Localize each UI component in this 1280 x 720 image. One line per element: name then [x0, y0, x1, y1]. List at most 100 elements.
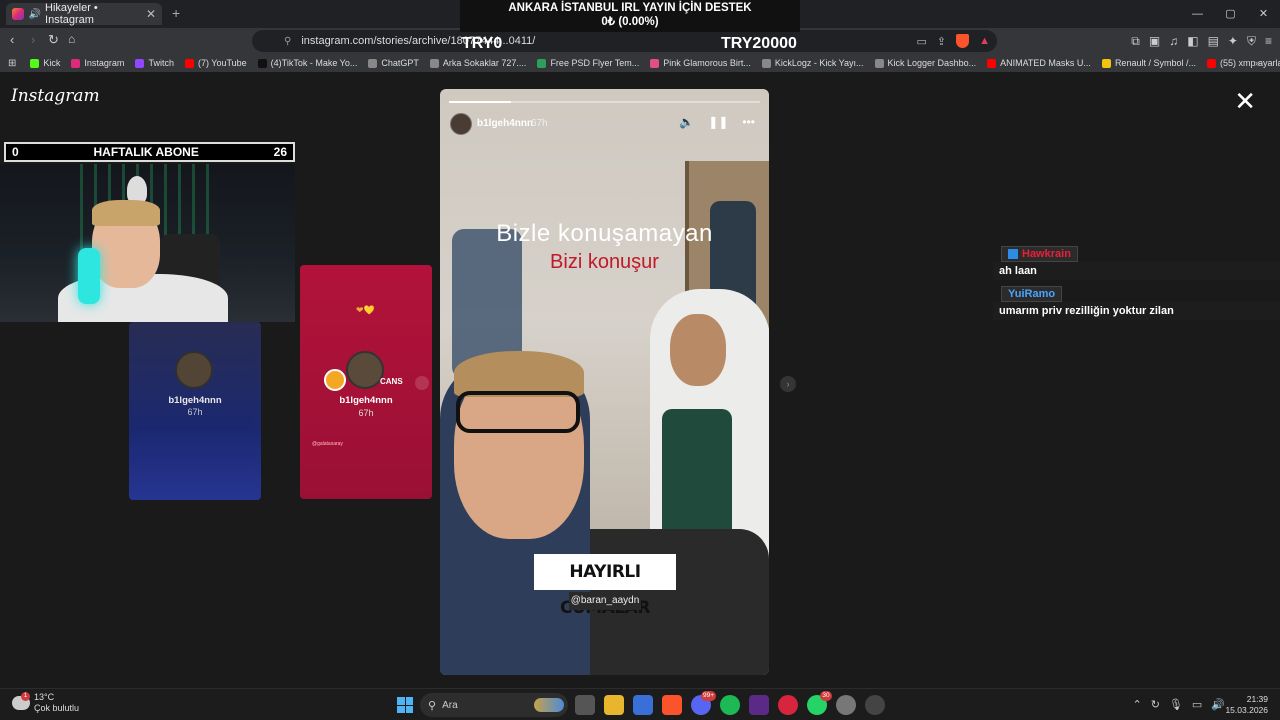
taskbar-search[interactable]: ⚲ Ara	[420, 693, 568, 717]
bookmark-favicon-icon	[71, 58, 81, 68]
store-icon[interactable]	[633, 695, 653, 715]
previous-story-arrow-icon[interactable]	[415, 376, 429, 390]
bookmark-item[interactable]: Twitch	[135, 58, 174, 68]
story-mention[interactable]: @baran_aaydn	[569, 592, 641, 610]
donation-goal-title: ANKARA İSTANBUL IRL YAYIN İÇİN DESTEK	[508, 2, 752, 14]
minimize-button[interactable]: —	[1181, 0, 1214, 28]
screenshot-icon[interactable]: ▣	[1149, 34, 1160, 48]
tray-chevron-icon[interactable]: ⌃	[1132, 698, 1141, 711]
sync-icon[interactable]: ↻	[1151, 698, 1160, 711]
sidebar-icon[interactable]: ◧	[1187, 34, 1198, 48]
brave-rewards-icon[interactable]: ▲	[979, 35, 990, 47]
chat-text: umarım priv rezilliğin yoktur zilan	[993, 302, 1280, 320]
subs-left-value: 0	[12, 145, 19, 159]
address-bar-actions: ▭ ⇪ ▲	[916, 28, 990, 54]
system-tray: ⌃ ↻ 🎙 ▭ 🔊	[1132, 698, 1225, 711]
windows-start-icon[interactable]	[397, 697, 413, 713]
forward-icon[interactable]: ›	[31, 32, 35, 47]
network-icon[interactable]: ▭	[1192, 698, 1202, 711]
cans-text: CANS	[380, 377, 403, 386]
instagram-favicon-icon	[12, 8, 24, 20]
maximize-button[interactable]: ▢	[1214, 0, 1247, 28]
close-window-button[interactable]: ✕	[1247, 0, 1280, 28]
bookmark-label: Kick Logger Dashbo...	[887, 58, 977, 68]
music-icon[interactable]: ♫	[1169, 34, 1178, 48]
bookmark-item[interactable]: Arka Sokaklar 727....	[429, 58, 526, 68]
bookmark-favicon-icon	[537, 58, 547, 68]
volume-icon[interactable]: 🔊	[1211, 698, 1225, 711]
bookmark-favicon-icon	[429, 58, 439, 68]
tab-close-icon[interactable]: ✕	[146, 7, 156, 21]
bookmark-item[interactable]: Free PSD Flyer Tem...	[537, 58, 639, 68]
next-app-icon[interactable]	[749, 695, 769, 715]
story-author-avatar[interactable]	[450, 113, 472, 135]
wallet-icon[interactable]: ▤	[1208, 34, 1219, 48]
bookmark-item[interactable]: (4)TikTok - Make Yo...	[257, 58, 358, 68]
story-preview-previous-1[interactable]: ❤💛 CANS b1lgeh4nnn 67h @galatasaray	[300, 265, 432, 499]
mic-icon[interactable]: 🎙	[1169, 698, 1183, 711]
discord-icon[interactable]: 99+	[691, 691, 716, 715]
extensions-icon[interactable]: ⧉	[1131, 34, 1140, 49]
streamer-webcam	[0, 164, 295, 322]
discord-badge: 99+	[700, 691, 716, 701]
bookmark-label: ChatGPT	[381, 58, 419, 68]
weather-desc: Çok bulutlu	[34, 703, 80, 713]
bookmark-label: (4)TikTok - Make Yo...	[270, 58, 358, 68]
task-view-icon[interactable]	[575, 695, 595, 715]
bookmark-item[interactable]: Instagram	[71, 58, 124, 68]
vpn-icon[interactable]: ⛨	[1247, 34, 1256, 49]
close-stories-button[interactable]: ✕	[1234, 88, 1256, 114]
site-info-icon[interactable]: ⚲	[284, 36, 291, 47]
opera-icon[interactable]	[778, 695, 798, 715]
taskbar-apps: 99+ 30	[575, 691, 885, 715]
apps-grid-icon[interactable]: ⊞	[8, 58, 16, 69]
story-author-username[interactable]: b1lgeh4nnn	[477, 118, 533, 129]
active-story[interactable]: b1lgeh4nnn 67h 🔈 ❚❚ ••• Bizle konuşamaya…	[440, 89, 769, 675]
back-icon[interactable]: ‹	[10, 32, 14, 47]
bookmark-item[interactable]: Kick	[30, 58, 60, 68]
reload-icon[interactable]: ↻	[48, 32, 59, 48]
bookmarks-more-icon[interactable]: »	[1255, 58, 1260, 68]
speaker-icon[interactable]: 🔊	[29, 9, 41, 20]
address-bar[interactable]: ⚲ instagram.com/stories/archive/18077444…	[252, 30, 997, 52]
bookmark-label: Instagram	[84, 58, 125, 68]
leo-icon[interactable]: ✦	[1228, 34, 1238, 48]
bookmark-label: ANIMATED Masks U...	[1000, 58, 1091, 68]
settings-icon[interactable]	[836, 695, 856, 715]
brave-shield-icon[interactable]	[956, 34, 970, 48]
file-explorer-icon[interactable]	[604, 695, 624, 715]
bookmark-favicon-icon	[368, 58, 378, 68]
story-avatar	[346, 351, 384, 389]
clock[interactable]: 21:39 15.03.2026	[1225, 694, 1268, 716]
tab-instagram[interactable]: 🔊 Hikayeler • Instagram ✕	[6, 2, 162, 26]
instagram-logo[interactable]: Instagram	[11, 86, 100, 106]
volume-icon[interactable]: 🔈	[679, 115, 694, 129]
story-preview-previous-2[interactable]: b1lgeh4nnn 67h	[129, 322, 261, 500]
spotify-icon[interactable]	[720, 695, 740, 715]
bookmark-label: (55) xmp ayarları - Y...	[1219, 58, 1280, 68]
new-tab-button[interactable]: +	[172, 5, 180, 21]
chat-username: Hawkrain	[1001, 246, 1078, 262]
whatsapp-icon[interactable]: 30	[807, 691, 832, 715]
brave-browser-icon[interactable]	[662, 695, 682, 715]
pause-icon[interactable]: ❚❚	[708, 115, 728, 129]
home-icon[interactable]: ⌂	[68, 32, 75, 46]
bookmark-item[interactable]: Pink Glamorous Birt...	[650, 58, 751, 68]
obs-icon[interactable]	[865, 695, 885, 715]
bookmark-item[interactable]: (55) xmp ayarları - Y...	[1206, 58, 1280, 68]
share-icon[interactable]: ⇪	[937, 35, 946, 48]
next-story-arrow-icon[interactable]: ›	[780, 376, 796, 392]
bookmark-item[interactable]: ChatGPT	[368, 58, 419, 68]
story-progress-fill	[449, 101, 512, 103]
bookmark-item[interactable]: ANIMATED Masks U...	[987, 58, 1091, 68]
cast-icon[interactable]: ▭	[916, 35, 926, 48]
bookmark-item[interactable]: Renault / Symbol /...	[1101, 58, 1196, 68]
bookmark-item[interactable]: (7) YouTube	[184, 58, 247, 68]
bookmark-item[interactable]: KickLogz - Kick Yayı...	[761, 58, 864, 68]
microphone	[78, 248, 100, 304]
donation-goal-progress: 0₺ (0.00%)	[601, 16, 659, 28]
bookmark-item[interactable]: Kick Logger Dashbo...	[874, 58, 977, 68]
weather-widget[interactable]: 1 13°C Çok bulutlu	[12, 692, 79, 714]
more-options-icon[interactable]: •••	[742, 115, 755, 129]
menu-icon[interactable]: ≡	[1265, 34, 1272, 48]
